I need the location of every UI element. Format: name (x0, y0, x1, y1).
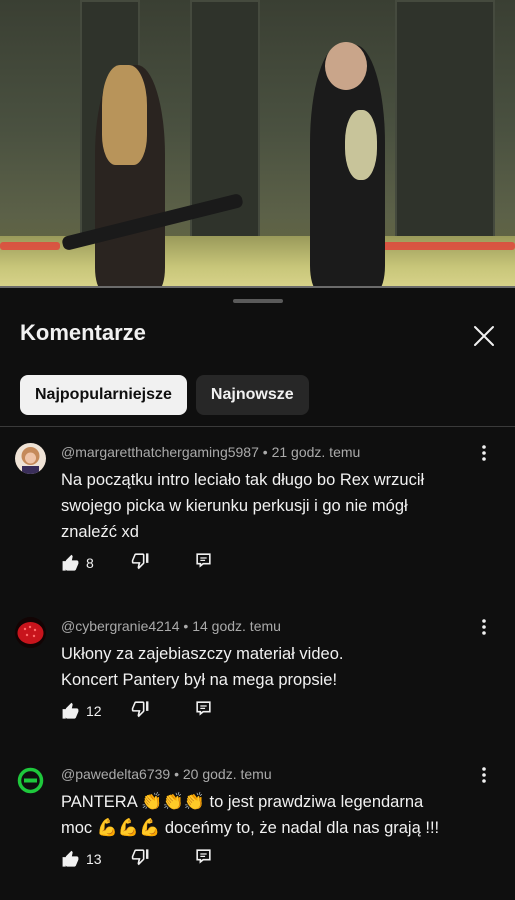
comment-meta: @pawedelta6739 • 20 godz. temu (61, 766, 272, 782)
reply-icon (196, 849, 211, 864)
thumb-up-icon (62, 850, 79, 867)
shirt-print (345, 110, 377, 180)
more-button[interactable] (474, 617, 494, 637)
dislike-button[interactable] (131, 847, 194, 871)
sheet-title: Komentarze (20, 320, 146, 345)
comment-text: Na początku intro leciało tak długo bo R… (61, 467, 481, 545)
chip-newest[interactable]: Najnowsze (195, 375, 309, 415)
reply-button[interactable] (194, 699, 213, 723)
reply-button[interactable] (194, 847, 213, 871)
reply-icon (196, 553, 211, 568)
close-button[interactable] (468, 320, 500, 352)
avatar-image (17, 767, 44, 794)
like-button[interactable]: 13 (61, 850, 131, 869)
comment-text: PANTERA 👏👏👏 to jest prawdziwa legendarna… (61, 789, 481, 841)
thumb-down-icon (131, 701, 149, 718)
comment-time: 14 godz. temu (192, 618, 281, 634)
comment-line: Ukłony za zajebiaszczy materiał video. (61, 645, 344, 663)
divider (0, 426, 515, 427)
close-icon (474, 326, 494, 346)
text-segment: moc (61, 819, 97, 837)
video-progress-bar[interactable] (0, 286, 515, 288)
like-button[interactable]: 8 (61, 554, 131, 573)
more-vert-icon (482, 767, 486, 783)
more-vert-icon (482, 619, 486, 635)
comment-line: moc 💪💪💪 doceńmy to, że nadal dla nas gra… (61, 815, 481, 841)
text-segment: doceńmy to, że nadal dla nas grają !!! (160, 819, 440, 837)
comment-author[interactable]: @cybergranie4214 (61, 618, 180, 634)
thumb-down-icon (131, 849, 149, 866)
reply-icon (196, 701, 211, 716)
more-button[interactable] (474, 765, 494, 785)
text-segment: to jest prawdziwa legendarna (204, 793, 424, 811)
comment-line: znaleźć xd (61, 523, 139, 541)
thumb-up-icon (62, 554, 79, 571)
comment-line: swojego picka w kierunku perkusji i go n… (61, 497, 408, 515)
stage-light (0, 242, 60, 250)
like-count: 12 (86, 703, 102, 719)
comment-line: Koncert Pantery był na mega propsie! (61, 671, 338, 689)
sort-chips: Najpopularniejsze Najnowsze (20, 375, 309, 415)
drag-handle[interactable] (233, 299, 283, 303)
avatar[interactable] (15, 443, 46, 474)
comment-actions: 12 (61, 699, 213, 723)
comments-sheet: Komentarze Najpopularniejsze Najnowsze @… (0, 290, 515, 900)
avatar[interactable] (15, 617, 46, 648)
thumb-up-icon (62, 702, 79, 719)
comment-meta: @cybergranie4214 • 14 godz. temu (61, 618, 281, 634)
comment-actions: 8 (61, 551, 213, 575)
chip-top[interactable]: Najpopularniejsze (20, 375, 187, 415)
stage-speaker (395, 0, 495, 240)
more-vert-icon (482, 445, 486, 461)
text-segment: PANTERA (61, 793, 142, 811)
comment-author[interactable]: @margaretthatchergaming5987 (61, 444, 259, 460)
avatar-image (15, 617, 46, 648)
comment-meta: @margaretthatchergaming5987 • 21 godz. t… (61, 444, 361, 460)
reply-button[interactable] (194, 551, 213, 575)
like-count: 8 (86, 555, 94, 571)
comment-line: Na początku intro leciało tak długo bo R… (61, 471, 425, 489)
like-button[interactable]: 12 (61, 702, 131, 721)
avatar-image (15, 443, 46, 474)
dislike-button[interactable] (131, 699, 194, 723)
bassist-hair (102, 65, 147, 165)
thumb-down-icon (131, 553, 149, 570)
dislike-button[interactable] (131, 551, 194, 575)
comment-line: PANTERA 👏👏👏 to jest prawdziwa legendarna (61, 789, 481, 815)
more-button[interactable] (474, 443, 494, 463)
comment-text: Ukłony za zajebiaszczy materiał video. K… (61, 641, 481, 693)
comment-time: 21 godz. temu (271, 444, 361, 460)
flexed-biceps-emoji: 💪💪💪 (96, 818, 161, 837)
comment-author[interactable]: @pawedelta6739 (61, 766, 170, 782)
video-player[interactable] (0, 0, 515, 288)
singer-head (325, 42, 367, 90)
clapping-hands-emoji: 👏👏👏 (141, 792, 205, 811)
avatar[interactable] (15, 765, 46, 796)
stage-light (375, 242, 515, 250)
comment-time: 20 godz. temu (182, 766, 272, 782)
like-count: 13 (86, 851, 102, 867)
comment-actions: 13 (61, 847, 213, 871)
